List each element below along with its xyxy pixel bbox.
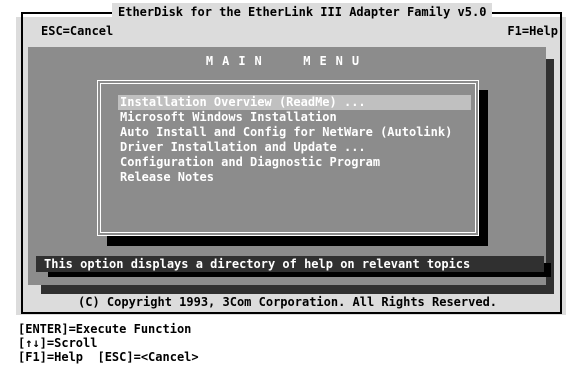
status-bar: This option displays a directory of help… bbox=[36, 256, 544, 272]
key-help: [ENTER]=Execute Function [↑↓]=Scroll [F1… bbox=[18, 322, 199, 364]
menu-list: Installation Overview (ReadMe) ... Micro… bbox=[118, 95, 471, 185]
key-help-enter: [ENTER]=Execute Function bbox=[18, 322, 192, 336]
key-help-scroll: [↑↓]=Scroll bbox=[18, 336, 98, 350]
menu-item-installation-overview[interactable]: Installation Overview (ReadMe) ... bbox=[118, 95, 471, 110]
menu-item-auto-install-netware[interactable]: Auto Install and Config for NetWare (Aut… bbox=[118, 125, 471, 140]
key-help-help-cancel: [F1]=Help [ESC]=<Cancel> bbox=[18, 350, 199, 364]
main-menu-title: MAIN MENU bbox=[205, 54, 369, 68]
menu-item-driver-installation[interactable]: Driver Installation and Update ... bbox=[118, 140, 471, 155]
window-title: EtherDisk for the EtherLink III Adapter … bbox=[112, 3, 493, 21]
f1-help-hint[interactable]: F1=Help bbox=[507, 24, 558, 38]
copyright-notice: (C) Copyright 1993, 3Com Corporation. Al… bbox=[78, 295, 498, 309]
menu-item-release-notes[interactable]: Release Notes bbox=[118, 170, 471, 185]
menu-item-windows-installation[interactable]: Microsoft Windows Installation bbox=[118, 110, 471, 125]
menu-item-configuration-diagnostic[interactable]: Configuration and Diagnostic Program bbox=[118, 155, 471, 170]
esc-cancel-hint[interactable]: ESC=Cancel bbox=[41, 24, 113, 38]
